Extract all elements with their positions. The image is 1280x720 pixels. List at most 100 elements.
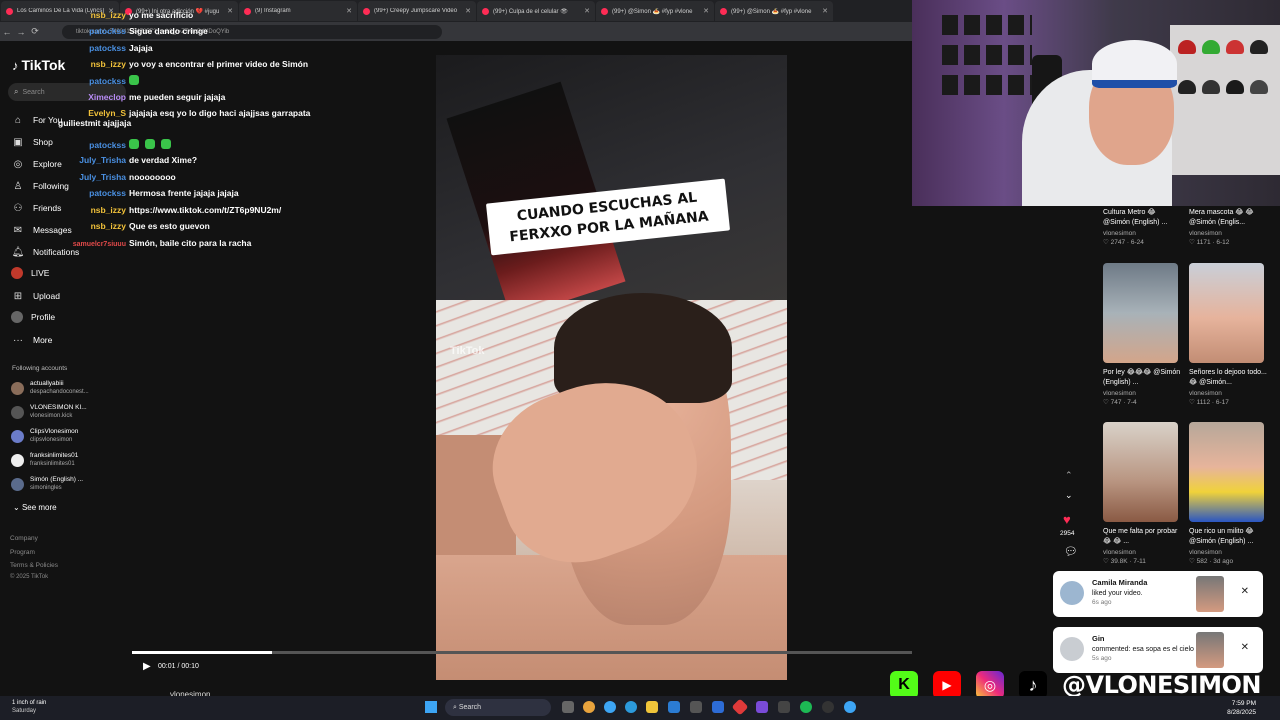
following-account[interactable]: ClipsVlonesimon clipsvlonesimon [11, 428, 78, 444]
video-thumbnail [1196, 632, 1224, 668]
cap [1250, 80, 1268, 94]
following-account[interactable]: Simón (English) ... simoningles [11, 476, 83, 492]
footer-copyright: © 2025 TikTok [10, 574, 49, 580]
heart-icon[interactable]: ♥ [1063, 512, 1071, 527]
notification-toast[interactable]: Camila Miranda liked your video. 6s ago ✕ [1053, 571, 1263, 617]
chevron-down-icon[interactable]: ⌄ [1065, 490, 1073, 501]
more-icon: ··· [13, 334, 23, 346]
nav-more[interactable]: ··· More [11, 333, 52, 347]
chat-message: nsb_izzy yo me sacrificio [58, 10, 194, 20]
nav-explore[interactable]: ◎ Explore [11, 157, 62, 171]
video-thumbnail[interactable] [1103, 422, 1178, 522]
related-video[interactable]: Mera mascota 😂 😂 @Simón (Englis... vlone… [1189, 208, 1269, 246]
folder-icon[interactable] [646, 701, 658, 713]
following-account[interactable]: franksinlimites01 franksinlimites01 [11, 452, 78, 468]
chrome-icon[interactable] [583, 701, 595, 713]
windows-start-icon[interactable] [425, 701, 437, 713]
nav-shop[interactable]: ▣ Shop [11, 135, 53, 149]
home-icon: ⌂ [14, 114, 22, 126]
comment-icon[interactable]: 💬︎ [1064, 545, 1078, 558]
reload-icon[interactable]: ⟳ [28, 26, 42, 37]
video-thumbnail[interactable] [1189, 422, 1264, 522]
app-icon[interactable] [756, 701, 768, 713]
edge-icon[interactable] [604, 701, 616, 713]
related-video[interactable]: Cultura Metro 😂 @Simón (English) ... vlo… [1103, 208, 1183, 246]
nav-friends[interactable]: ⚇ Friends [11, 201, 62, 215]
system-clock[interactable]: 7:59 PM 8/28/2025 [1227, 699, 1256, 717]
following-account[interactable]: actuallyabiii despachandoconest... [11, 380, 89, 396]
nav-live[interactable]: LIVE [11, 267, 49, 279]
friends-icon: ⚇ [13, 202, 23, 214]
app-icon[interactable] [731, 698, 749, 716]
related-video[interactable]: Señores lo dejooo todo... 😂 @Simón... vl… [1189, 368, 1269, 406]
following-icon: ♙ [13, 180, 23, 192]
video-thumbnail[interactable] [1189, 263, 1264, 363]
nav-for-you[interactable]: ⌂ For You [11, 113, 62, 127]
chevron-up-icon[interactable]: ⌃ [1065, 470, 1073, 481]
chat-username: patockss [89, 188, 126, 198]
browser-tab[interactable]: (99+) @Simon 🍝 #fyp #vlone ✕ [715, 1, 833, 21]
footer-terms[interactable]: Terms & Policies [10, 562, 58, 569]
avatar [1060, 581, 1084, 605]
close-icon[interactable]: ✕ [1241, 586, 1249, 597]
browser-tab[interactable]: (99+) Creepy Jumpscare Video ✕ [358, 1, 476, 21]
play-icon[interactable]: ▶ [143, 661, 151, 672]
close-icon[interactable]: ✕ [346, 7, 352, 15]
close-icon[interactable]: ✕ [227, 7, 233, 15]
browser-tab[interactable]: (99+) @Simon 🍝 #fyp #vlone ✕ [596, 1, 714, 21]
taskbar-search[interactable]: ⌕ Search [445, 699, 551, 716]
chat-message: Evelyn_S jajajaja esq yo lo digo haci aja… [58, 108, 311, 128]
video-thumbnail[interactable] [1103, 263, 1178, 363]
store-icon[interactable] [690, 701, 702, 713]
chat-message: patockss [58, 139, 177, 150]
weather-widget[interactable]: 1 inch of rain Saturday [12, 699, 46, 715]
app-icon[interactable] [712, 701, 724, 713]
video-thumbnail [1196, 576, 1224, 612]
browser-tab[interactable]: (9) Instagram ✕ [239, 1, 357, 21]
related-video[interactable]: Por ley 😂😂😂 @Simón (English) ... vlonesi… [1103, 368, 1183, 406]
cap-shelf [1170, 25, 1280, 175]
close-icon[interactable]: ✕ [1241, 642, 1249, 653]
forward-icon[interactable]: → [14, 27, 28, 37]
streamer-hat [1092, 40, 1177, 88]
related-video[interactable]: Que rico un milito 😂 @Simón (English) ..… [1189, 527, 1269, 565]
tiktok-icon [601, 7, 608, 15]
mail-icon[interactable] [668, 701, 680, 713]
nav-upload[interactable]: ⊞ Upload [11, 289, 60, 303]
chat-message: patockss Hermosa frente jajaja jajaja [58, 188, 238, 198]
avatar [11, 453, 24, 467]
app-icon[interactable] [778, 701, 790, 713]
chat-username: patockss [89, 43, 126, 53]
video-progress-bar[interactable] [132, 651, 912, 654]
related-video[interactable]: Que me falta por probar 😂 😂 ... vlonesim… [1103, 527, 1183, 565]
chat-message: nsb_izzy https://www.tiktok.com/t/ZT6p9NU… [58, 205, 282, 215]
social-handle: @VLONESIMON [1062, 671, 1261, 699]
task-view-icon[interactable] [562, 701, 574, 713]
hat-rack [942, 15, 1032, 35]
back-icon[interactable]: ← [0, 27, 14, 37]
see-more-button[interactable]: ⌄ See more [13, 503, 57, 512]
chat-username: Ximeclop [88, 92, 126, 102]
cap [1250, 40, 1268, 54]
spotify-icon[interactable] [800, 701, 812, 713]
cap [1202, 80, 1220, 94]
chat-username: nsb_izzy [90, 221, 126, 231]
chat-message: patockss Jajaja [58, 43, 153, 53]
footer-program[interactable]: Program [10, 549, 35, 556]
following-account[interactable]: VLONESIMON KI... vlonesimon.kick [11, 404, 87, 420]
video-player[interactable]: CUANDO ESCUCHAS AL FERXXO POR LA MAÑANA … [436, 55, 787, 680]
cap [1178, 80, 1196, 94]
cap [1226, 80, 1244, 94]
chat-message: patockss Sigue dando cringe [58, 26, 208, 36]
close-icon[interactable]: ✕ [703, 7, 709, 15]
close-icon[interactable]: ✕ [822, 7, 828, 15]
obs-icon[interactable] [822, 701, 834, 713]
close-icon[interactable]: ✕ [584, 7, 590, 15]
browser-tab[interactable]: (99+) Culpa de el celular 👁 ✕ [477, 1, 595, 21]
app-icon[interactable] [844, 701, 856, 713]
nav-profile[interactable]: Profile [11, 311, 55, 323]
tiktok-icon [363, 7, 370, 15]
close-icon[interactable]: ✕ [465, 7, 471, 15]
edge-icon[interactable] [625, 701, 637, 713]
footer-company[interactable]: Company [10, 535, 38, 542]
